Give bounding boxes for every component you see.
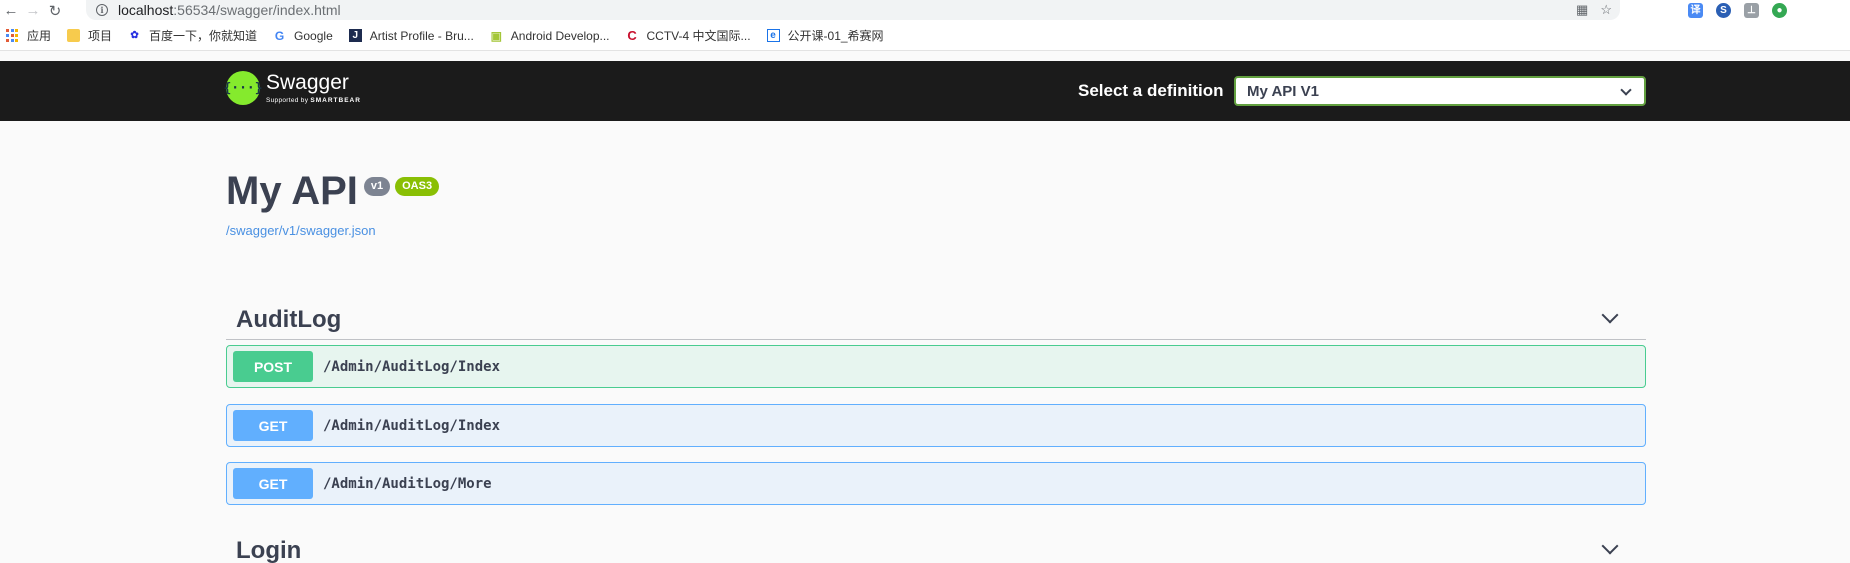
tag-login[interactable]: Login (226, 527, 1646, 563)
baidu-paw-icon: ✿ (130, 30, 139, 41)
logo-tagline: Supported by SMARTBEAR (266, 97, 361, 104)
bookmarks-bar: 应用 项目 ✿ 百度一下，你就知道 G Google J Artist Prof… (0, 21, 1850, 51)
bookmark-label: Artist Profile - Bru... (369, 28, 474, 43)
operation-path: /Admin/AuditLog/More (323, 475, 492, 492)
bookmark-label: Android Develop... (510, 28, 610, 43)
sitemap-extension-icon[interactable]: ⊥ (1744, 2, 1759, 18)
bookmark-label: CCTV-4 中文国际... (646, 29, 751, 43)
bookmark-label: Google (294, 28, 333, 43)
definition-selected-value: My API V1 (1247, 82, 1319, 100)
bookmark-google[interactable]: G Google (273, 29, 333, 43)
green-circle-extension-icon[interactable]: ● (1772, 2, 1787, 18)
bookmark-projects[interactable]: 项目 (67, 27, 112, 44)
url-path: :56534/swagger/index.html (173, 2, 341, 18)
bookmark-label: 项目 (88, 29, 113, 43)
api-title: My API (226, 169, 358, 213)
operation-path: /Admin/AuditLog/Index (323, 417, 501, 434)
bookmark-cctv[interactable]: C CCTV-4 中文国际... (626, 27, 751, 44)
address-bar[interactable]: i localhost:56534/swagger/index.html ▦ ☆ (86, 0, 1620, 20)
bookmark-star-icon[interactable]: ☆ (1600, 2, 1612, 18)
bookmark-open-course[interactable]: e 公开课-01_希赛网 (766, 27, 884, 44)
folder-icon (67, 29, 81, 42)
google-g-icon: G (274, 28, 285, 43)
extension-bar: 译 S ⊥ ● (1688, 0, 1787, 20)
apps-grid-icon (6, 29, 19, 42)
j-square-icon: J (348, 29, 362, 42)
reload-icon[interactable]: ↻ (44, 0, 66, 21)
tag-title: Login (236, 537, 302, 563)
back-arrow-icon[interactable]: ← (0, 0, 22, 21)
method-badge: POST (233, 351, 313, 382)
browser-toolbar: ← → ↻ i localhost:56534/swagger/index.ht… (0, 0, 1850, 21)
bookmark-label: 公开课-01_希赛网 (787, 29, 884, 43)
swagger-topbar: {···} Swagger Supported by SMARTBEAR Sel… (0, 61, 1850, 121)
forward-arrow-icon[interactable]: → (22, 0, 44, 21)
oas-badge: OAS3 (395, 177, 440, 196)
tag-auditlog[interactable]: AuditLog (226, 296, 1646, 340)
operation-path: /Admin/AuditLog/Index (323, 358, 501, 375)
chevron-down-icon[interactable] (1601, 537, 1619, 555)
operation-post-auditlog-index[interactable]: POST /Admin/AuditLog/Index (226, 345, 1646, 388)
definition-select[interactable]: My API V1 (1234, 76, 1646, 106)
chevron-down-icon (1620, 84, 1632, 96)
bookmark-label: 百度一下，你就知道 (149, 29, 258, 43)
method-badge: GET (233, 410, 313, 441)
spec-json-link[interactable]: /swagger/v1/swagger.json (226, 223, 376, 238)
chevron-down-icon[interactable] (1601, 306, 1619, 324)
bookmark-artist-profile[interactable]: J Artist Profile - Bru... (348, 28, 474, 43)
operation-get-auditlog-more[interactable]: GET /Admin/AuditLog/More (226, 462, 1646, 505)
logo-wordmark: Swagger (266, 71, 349, 94)
bookmark-android[interactable]: ▣ Android Develop... (490, 29, 610, 43)
definition-label: Select a definition (1078, 81, 1224, 100)
site-info-icon[interactable]: i (96, 4, 108, 16)
translate-extension-icon[interactable]: 译 (1688, 2, 1703, 18)
url-host: localhost (118, 2, 174, 18)
tag-title: AuditLog (236, 306, 342, 333)
sogou-extension-icon[interactable]: S (1716, 2, 1731, 18)
cctv-c-icon: C (627, 28, 637, 43)
e-square-icon: e (766, 29, 780, 42)
version-badge: v1 (363, 177, 391, 196)
bookmark-label: 应用 (27, 29, 52, 43)
bookmark-apps[interactable]: 应用 (6, 27, 51, 44)
api-info: My API v1 OAS3 (226, 168, 440, 214)
translate-icon[interactable]: ▦ (1576, 2, 1588, 18)
swagger-logo[interactable]: {···} Swagger Supported by SMARTBEAR (223, 71, 361, 105)
swagger-braces-icon: {···} (223, 71, 263, 105)
bookmark-baidu[interactable]: ✿ 百度一下，你就知道 (128, 27, 257, 44)
method-badge: GET (233, 468, 313, 499)
operation-get-auditlog-index[interactable]: GET /Admin/AuditLog/Index (226, 404, 1646, 447)
android-robot-icon: ▣ (490, 28, 502, 43)
